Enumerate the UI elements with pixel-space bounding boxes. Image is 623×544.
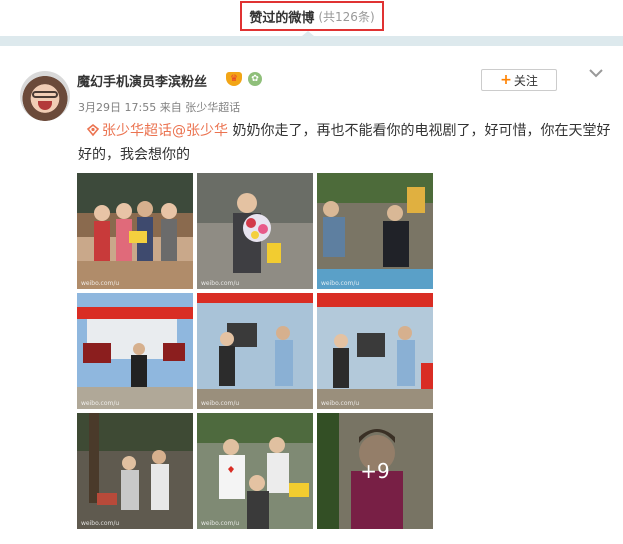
watermark: weibo.com/u: [321, 280, 360, 287]
crown-badge-icon[interactable]: ♛: [226, 72, 242, 86]
photo-film-set-crew[interactable]: weibo.com/u: [197, 293, 313, 409]
photo-fans-meeting-scene: [197, 413, 313, 529]
photo-fans-meeting[interactable]: weibo.com/u: [197, 413, 313, 529]
photo-flowers-bouquet-scene: [197, 173, 313, 289]
watermark: weibo.com/u: [81, 400, 120, 407]
plant-badge-icon[interactable]: ✿: [248, 72, 262, 86]
photo-flowers-bouquet[interactable]: weibo.com/u: [197, 173, 313, 289]
photo-film-set-crew-2[interactable]: weibo.com/u: [317, 293, 433, 409]
source-prefix: 来自: [159, 101, 182, 114]
photo-courtyard-group[interactable]: weibo.com/u: [77, 413, 193, 529]
feed-card: 魔幻手机演员李滨粉丝 ♛ ✿ 3月29日 17:55 来自 张少华超话 + 关注…: [0, 46, 623, 544]
more-images-overlay[interactable]: +9: [317, 413, 433, 529]
watermark: weibo.com/u: [201, 400, 240, 407]
image-grid: weibo.com/u weibo.com/u weibo.com/u weib…: [77, 173, 433, 529]
supertopic-icon: [86, 123, 100, 137]
author-name[interactable]: 魔幻手机演员李滨粉丝: [77, 71, 207, 90]
photo-film-set-crew-scene: [197, 293, 313, 409]
watermark: weibo.com/u: [81, 280, 120, 287]
photo-film-set-camera-scene: [77, 293, 193, 409]
topic-link[interactable]: 张少华超话: [102, 123, 172, 139]
post-meta: 3月29日 17:55 来自 张少华超话: [78, 99, 240, 115]
chevron-down-icon[interactable]: [586, 66, 606, 82]
post-source[interactable]: 张少华超话: [185, 101, 240, 114]
photo-courtyard-talk-scene: [317, 173, 433, 289]
follow-label: 关注: [513, 73, 538, 88]
follow-button[interactable]: + 关注: [481, 69, 557, 91]
post-time[interactable]: 17:55: [125, 101, 157, 114]
avatar-glasses: [32, 91, 58, 98]
photo-film-set-crew-2-scene: [317, 293, 433, 409]
photo-group-portrait[interactable]: weibo.com/u: [77, 173, 193, 289]
plus-icon: +: [500, 72, 512, 88]
post-date[interactable]: 3月29日: [78, 101, 121, 114]
post-count: (共126条): [318, 9, 375, 24]
photo-laughing-portrait[interactable]: +9: [317, 413, 433, 529]
watermark: weibo.com/u: [201, 520, 240, 527]
post-text: 张少华超话@张少华 奶奶你走了，再也不能看你的电视剧了，好可惜，你在天堂好好的，…: [78, 119, 618, 167]
photo-courtyard-group-scene: [77, 413, 193, 529]
watermark: weibo.com/u: [81, 520, 120, 527]
top-header: 赞过的微博 (共126条): [0, 0, 623, 36]
avatar-mouth: [38, 101, 52, 110]
page-title: 赞过的微博: [249, 10, 315, 26]
tab-strip: [0, 36, 623, 46]
mention-link[interactable]: @张少华: [172, 123, 228, 139]
avatar[interactable]: [20, 71, 70, 121]
watermark: weibo.com/u: [321, 400, 360, 407]
photo-group-portrait-scene: [77, 173, 193, 289]
watermark: weibo.com/u: [201, 280, 240, 287]
liked-posts-title[interactable]: 赞过的微博 (共126条): [240, 1, 384, 31]
photo-courtyard-talk[interactable]: weibo.com/u: [317, 173, 433, 289]
photo-film-set-camera[interactable]: weibo.com/u: [77, 293, 193, 409]
